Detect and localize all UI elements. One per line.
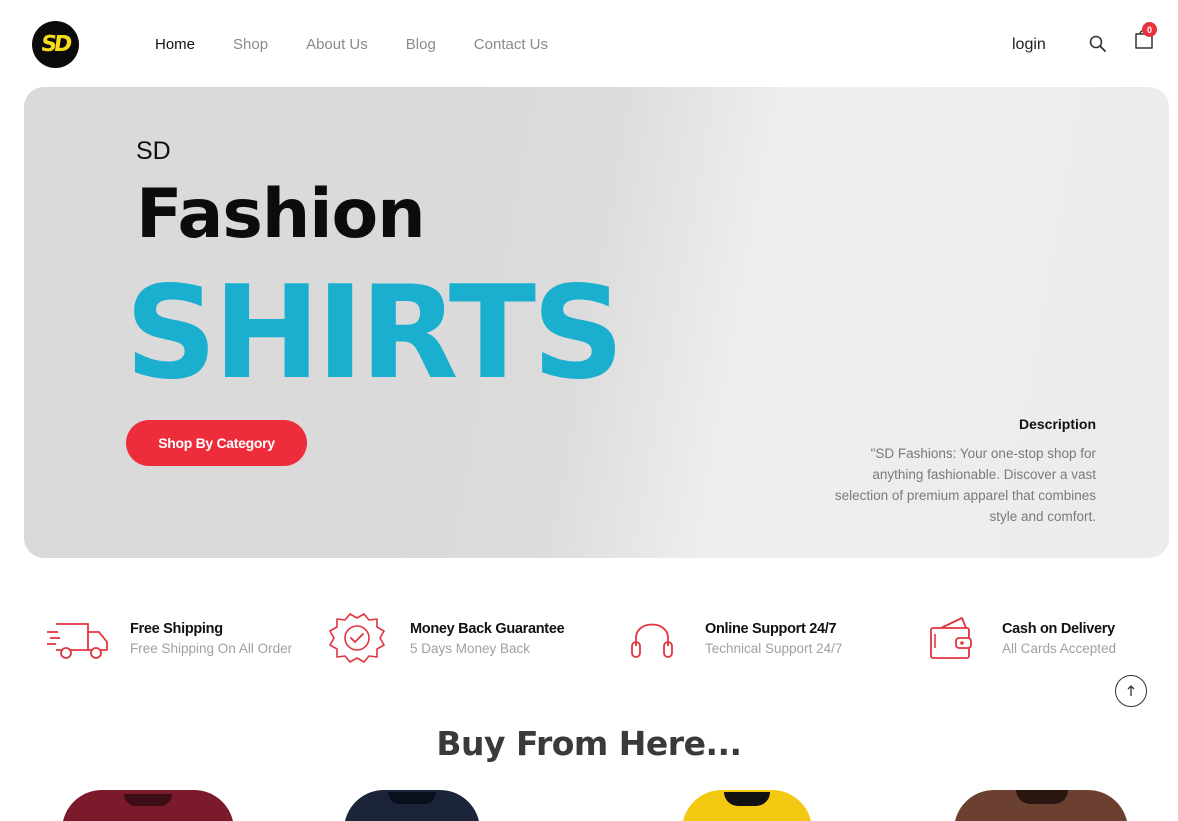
site-header: SD Home Shop About Us Blog Contact Us lo… — [0, 0, 1178, 88]
product-shirt-yellow[interactable] — [682, 790, 812, 821]
feature-title: Money Back Guarantee — [410, 620, 565, 637]
main-nav: Home Shop About Us Blog Contact Us — [155, 36, 586, 53]
nav-about[interactable]: About Us — [306, 36, 368, 53]
hero-brand: SD — [136, 137, 171, 165]
feature-free-shipping: Free Shipping Free Shipping On All Order — [44, 612, 292, 664]
feature-subtitle: 5 Days Money Back — [410, 640, 531, 656]
nav-shop[interactable]: Shop — [233, 36, 268, 53]
product-shirt-brown[interactable] — [954, 790, 1128, 821]
feature-money-back: Money Back Guarantee 5 Days Money Back — [324, 612, 565, 664]
hero-headline: Fashion — [136, 175, 426, 254]
scroll-to-top-button[interactable] — [1115, 675, 1147, 707]
hero-banner: SD Fashion SHIRTS Shop By Category Descr… — [24, 87, 1169, 558]
feature-subtitle: Free Shipping On All Order — [130, 640, 293, 656]
feature-cash-on-delivery: Cash on Delivery All Cards Accepted — [916, 612, 1116, 664]
feature-online-support: Online Support 24/7 Technical Support 24… — [619, 612, 842, 664]
headphones-icon — [631, 623, 673, 658]
product-grid — [0, 790, 1178, 821]
section-title: Buy From Here... — [436, 724, 742, 763]
feature-title: Free Shipping — [130, 620, 223, 637]
arrow-up-icon — [1127, 685, 1135, 696]
feature-subtitle: All Cards Accepted — [1002, 640, 1117, 656]
badge-check-icon — [329, 613, 385, 663]
login-link[interactable]: login — [1012, 36, 1046, 54]
description-heading: Description — [1018, 416, 1096, 432]
feature-title: Cash on Delivery — [1002, 620, 1115, 637]
feature-subtitle: Technical Support 24/7 — [705, 640, 843, 656]
nav-home[interactable]: Home — [155, 36, 195, 53]
search-icon[interactable] — [1088, 34, 1108, 54]
cart-count-badge: 0 — [1142, 22, 1157, 37]
site-logo[interactable]: SD — [32, 21, 79, 68]
features-bar: Free Shipping Free Shipping On All Order… — [0, 612, 1178, 682]
product-shirt-maroon[interactable] — [62, 790, 234, 821]
feature-title: Online Support 24/7 — [705, 620, 837, 637]
hero-product-title: SHIRTS — [125, 259, 624, 408]
shop-by-category-button[interactable]: Shop By Category — [126, 420, 307, 466]
wallet-icon — [930, 617, 972, 659]
nav-blog[interactable]: Blog — [406, 36, 436, 53]
delivery-truck-icon — [47, 623, 108, 659]
nav-contact[interactable]: Contact Us — [474, 36, 548, 53]
product-shirt-navy[interactable] — [344, 790, 480, 821]
description-text: "SD Fashions: Your one-stop shop for any… — [834, 446, 1096, 524]
